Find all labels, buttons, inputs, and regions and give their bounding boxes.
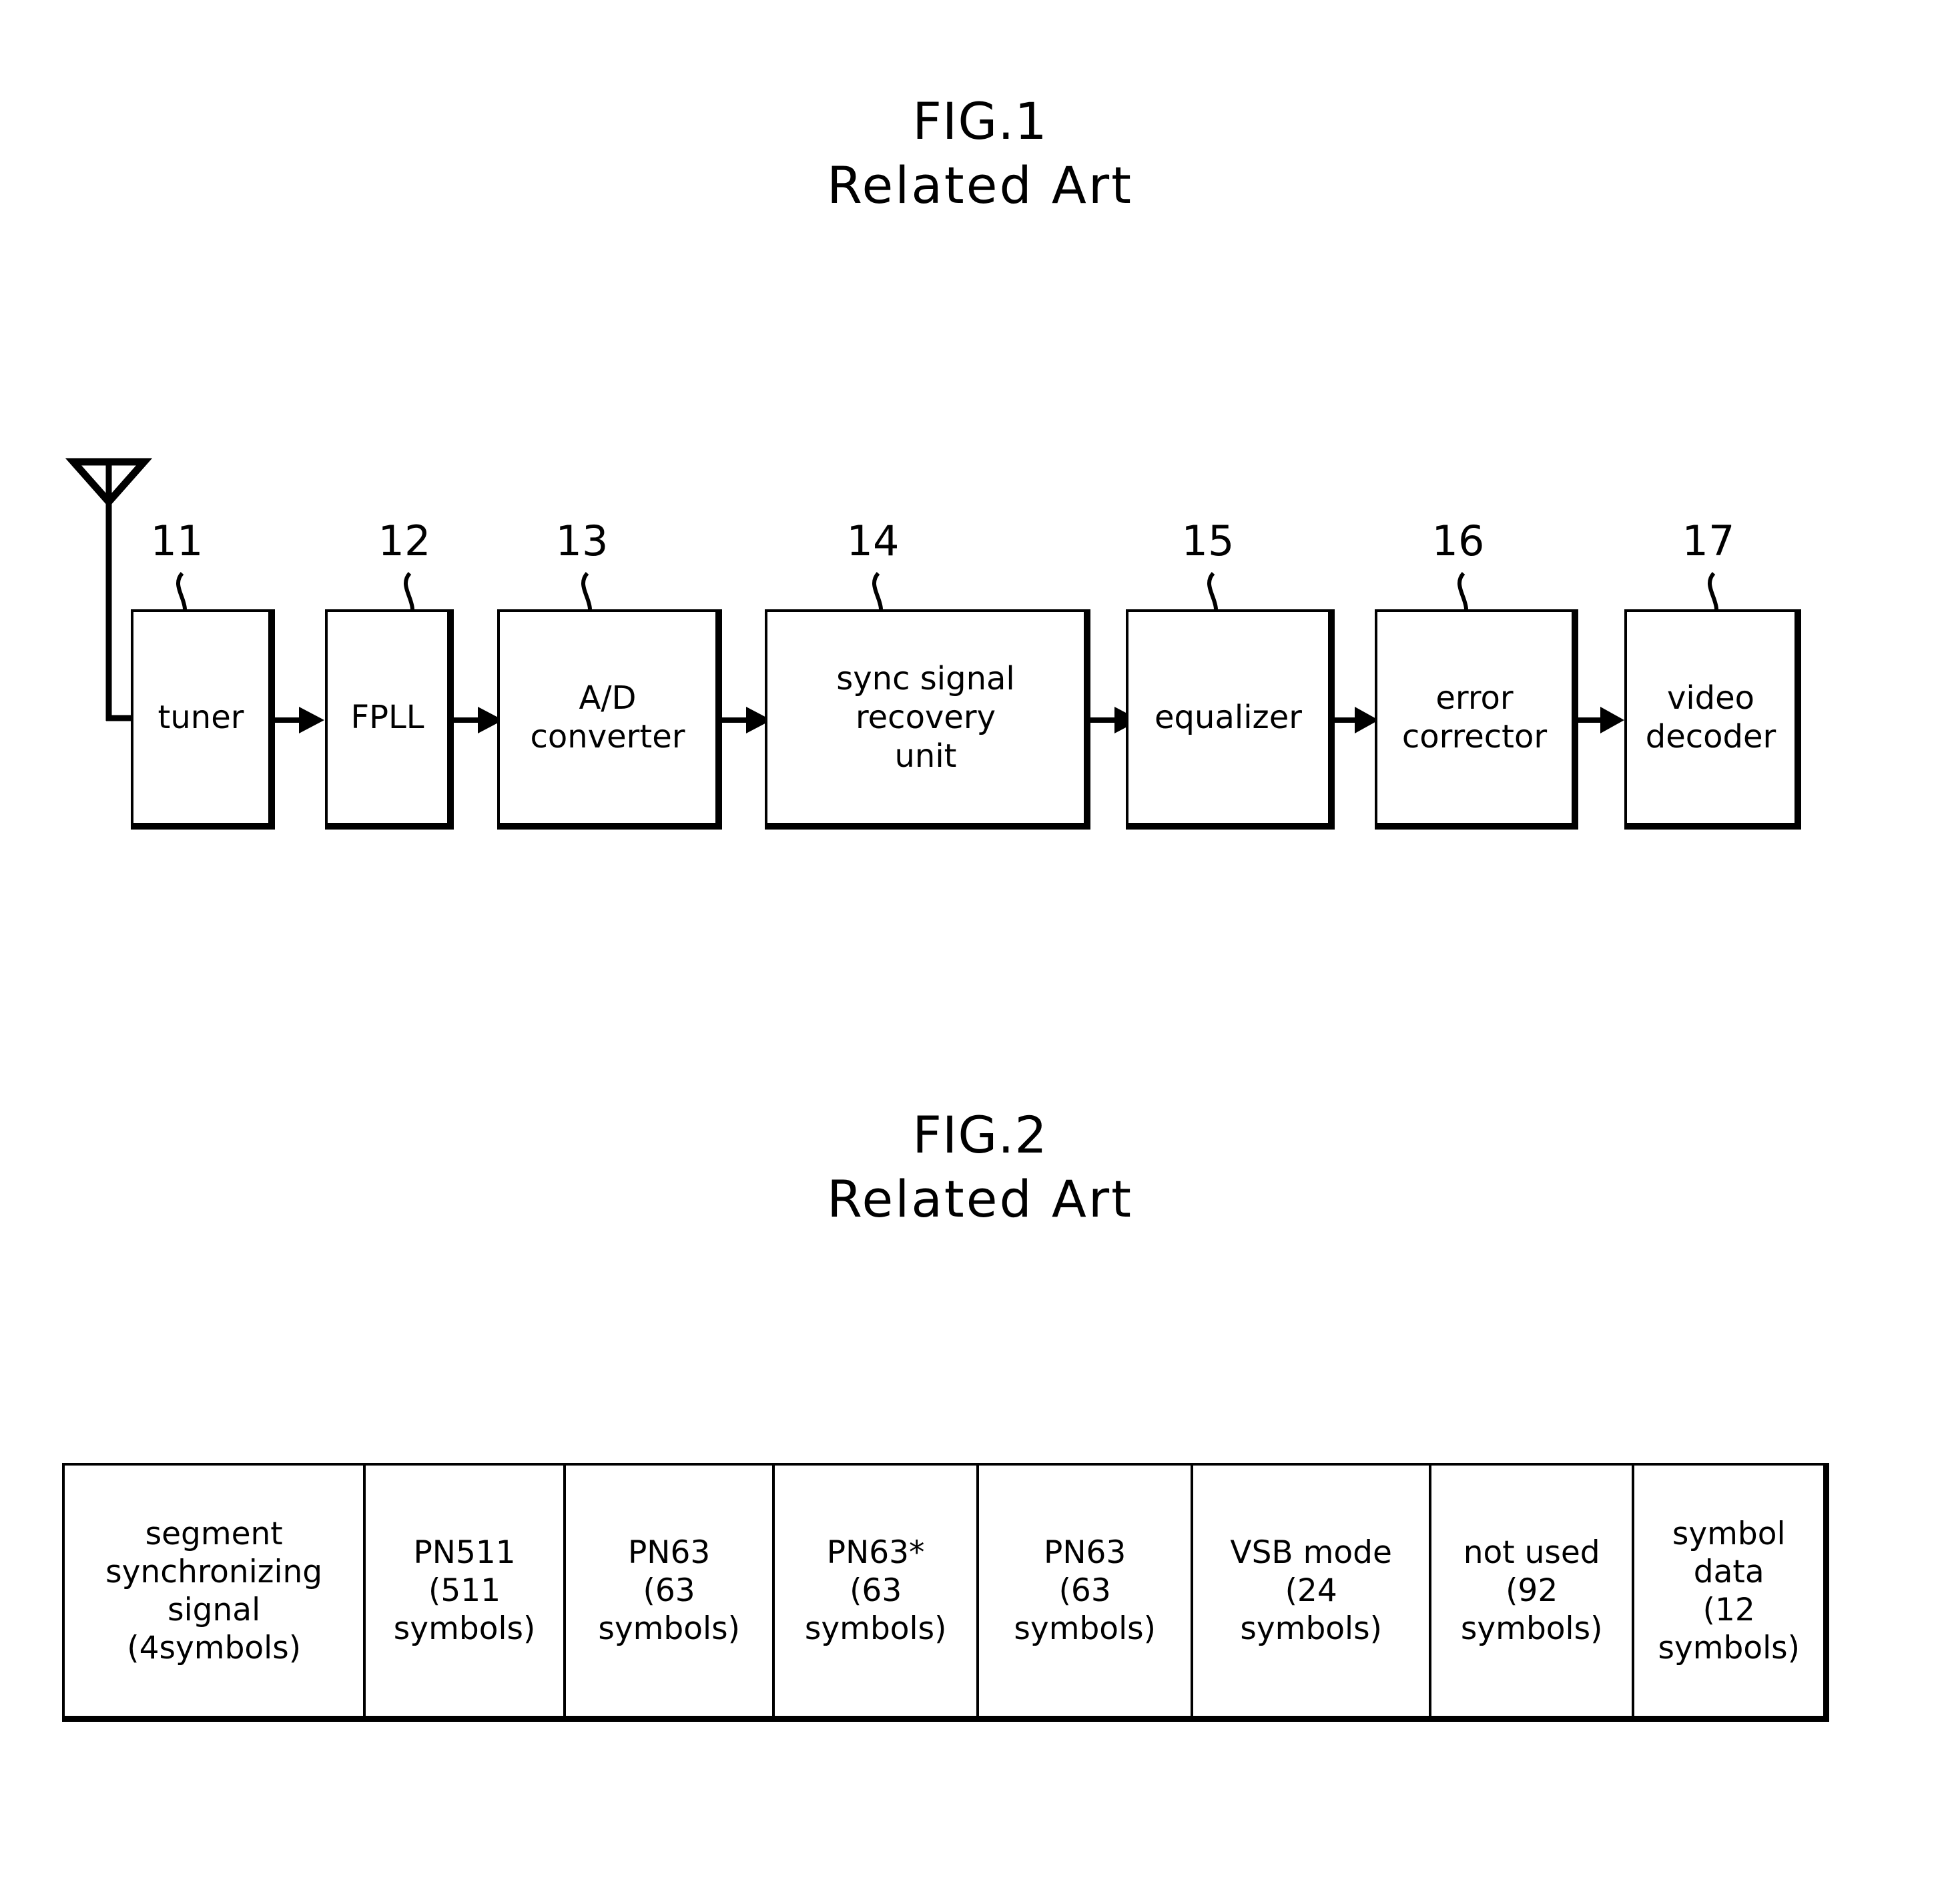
- block-fpll-label: FPLL: [350, 699, 424, 736]
- block-error-corrector[interactable]: error corrector: [1375, 609, 1578, 830]
- frame-cell-pn63-star[interactable]: PN63* (63 symbols): [775, 1466, 979, 1716]
- data-segment-frame-table: segment synchronizing signal (4symbols) …: [62, 1463, 1829, 1722]
- frame-cell-segment-sync-text: segment synchronizing signal (4symbols): [105, 1515, 323, 1666]
- frame-cell-vsb-mode-text: VSB mode (24 symbols): [1230, 1534, 1392, 1647]
- frame-cell-not-used-text: not used (92 symbols): [1460, 1534, 1603, 1647]
- frame-cell-segment-sync[interactable]: segment synchronizing signal (4symbols): [65, 1466, 366, 1716]
- frame-cell-symbol-data-text: symbol data (12 symbols): [1658, 1515, 1800, 1666]
- arrow-tuner-to-fpll: [272, 707, 324, 733]
- frame-cell-pn63-star-text: PN63* (63 symbols): [804, 1534, 947, 1647]
- block-error-corrector-label: error corrector: [1401, 679, 1548, 755]
- frame-cell-pn63-b-text: PN63 (63 symbols): [1014, 1534, 1156, 1647]
- block-tuner[interactable]: tuner: [131, 609, 275, 830]
- refnum-11: 11: [150, 517, 204, 565]
- frame-cell-pn63-a-text: PN63 (63 symbols): [598, 1534, 740, 1647]
- refnum-17: 17: [1682, 517, 1735, 565]
- fig2-title: FIG.2 Related Art: [0, 1104, 1960, 1233]
- fig2-title-line2: Related Art: [827, 1169, 1133, 1229]
- arrow-adc-to-sync: [719, 707, 771, 733]
- arrow-equalizer-to-error-corrector: [1332, 707, 1379, 733]
- refnum-12: 12: [378, 517, 431, 565]
- block-equalizer[interactable]: equalizer: [1126, 609, 1335, 830]
- frame-cell-vsb-mode[interactable]: VSB mode (24 symbols): [1193, 1466, 1431, 1716]
- block-sync-signal-recovery-unit[interactable]: sync signal recovery unit: [765, 609, 1090, 830]
- refnum-15: 15: [1181, 517, 1235, 565]
- block-ad-converter[interactable]: A/D converter: [497, 609, 722, 830]
- frame-cell-pn63-b[interactable]: PN63 (63 symbols): [979, 1466, 1194, 1716]
- frame-cell-pn511[interactable]: PN511 (511 symbols): [366, 1466, 566, 1716]
- fig2-title-line1: FIG.2: [912, 1105, 1048, 1165]
- fig1-title: FIG.1 Related Art: [0, 91, 1960, 219]
- frame-cell-not-used[interactable]: not used (92 symbols): [1431, 1466, 1635, 1716]
- block-equalizer-label: equalizer: [1155, 699, 1302, 736]
- refnum-13: 13: [555, 517, 609, 565]
- arrow-error-corrector-to-video-decoder: [1576, 707, 1624, 733]
- frame-cell-pn63-a[interactable]: PN63 (63 symbols): [566, 1466, 775, 1716]
- refnum-14: 14: [846, 517, 900, 565]
- block-ad-converter-label: A/D converter: [530, 679, 685, 755]
- frame-cell-pn511-text: PN511 (511 symbols): [393, 1534, 536, 1647]
- block-video-decoder-label: video decoder: [1645, 679, 1776, 755]
- refnum-16: 16: [1431, 517, 1485, 565]
- block-fpll[interactable]: FPLL: [325, 609, 454, 830]
- block-sync-signal-recovery-unit-label: sync signal recovery unit: [836, 660, 1015, 775]
- patent-figure-page: FIG.1 Related Art 11 tuner 12 FPLL 13 A/…: [0, 0, 1960, 1898]
- frame-cell-symbol-data[interactable]: symbol data (12 symbols): [1634, 1466, 1823, 1716]
- fig1-title-line2: Related Art: [827, 155, 1133, 215]
- block-tuner-label: tuner: [157, 699, 244, 736]
- fig1-title-line1: FIG.1: [912, 91, 1048, 151]
- block-video-decoder[interactable]: video decoder: [1624, 609, 1801, 830]
- arrow-fpll-to-adc: [451, 707, 503, 733]
